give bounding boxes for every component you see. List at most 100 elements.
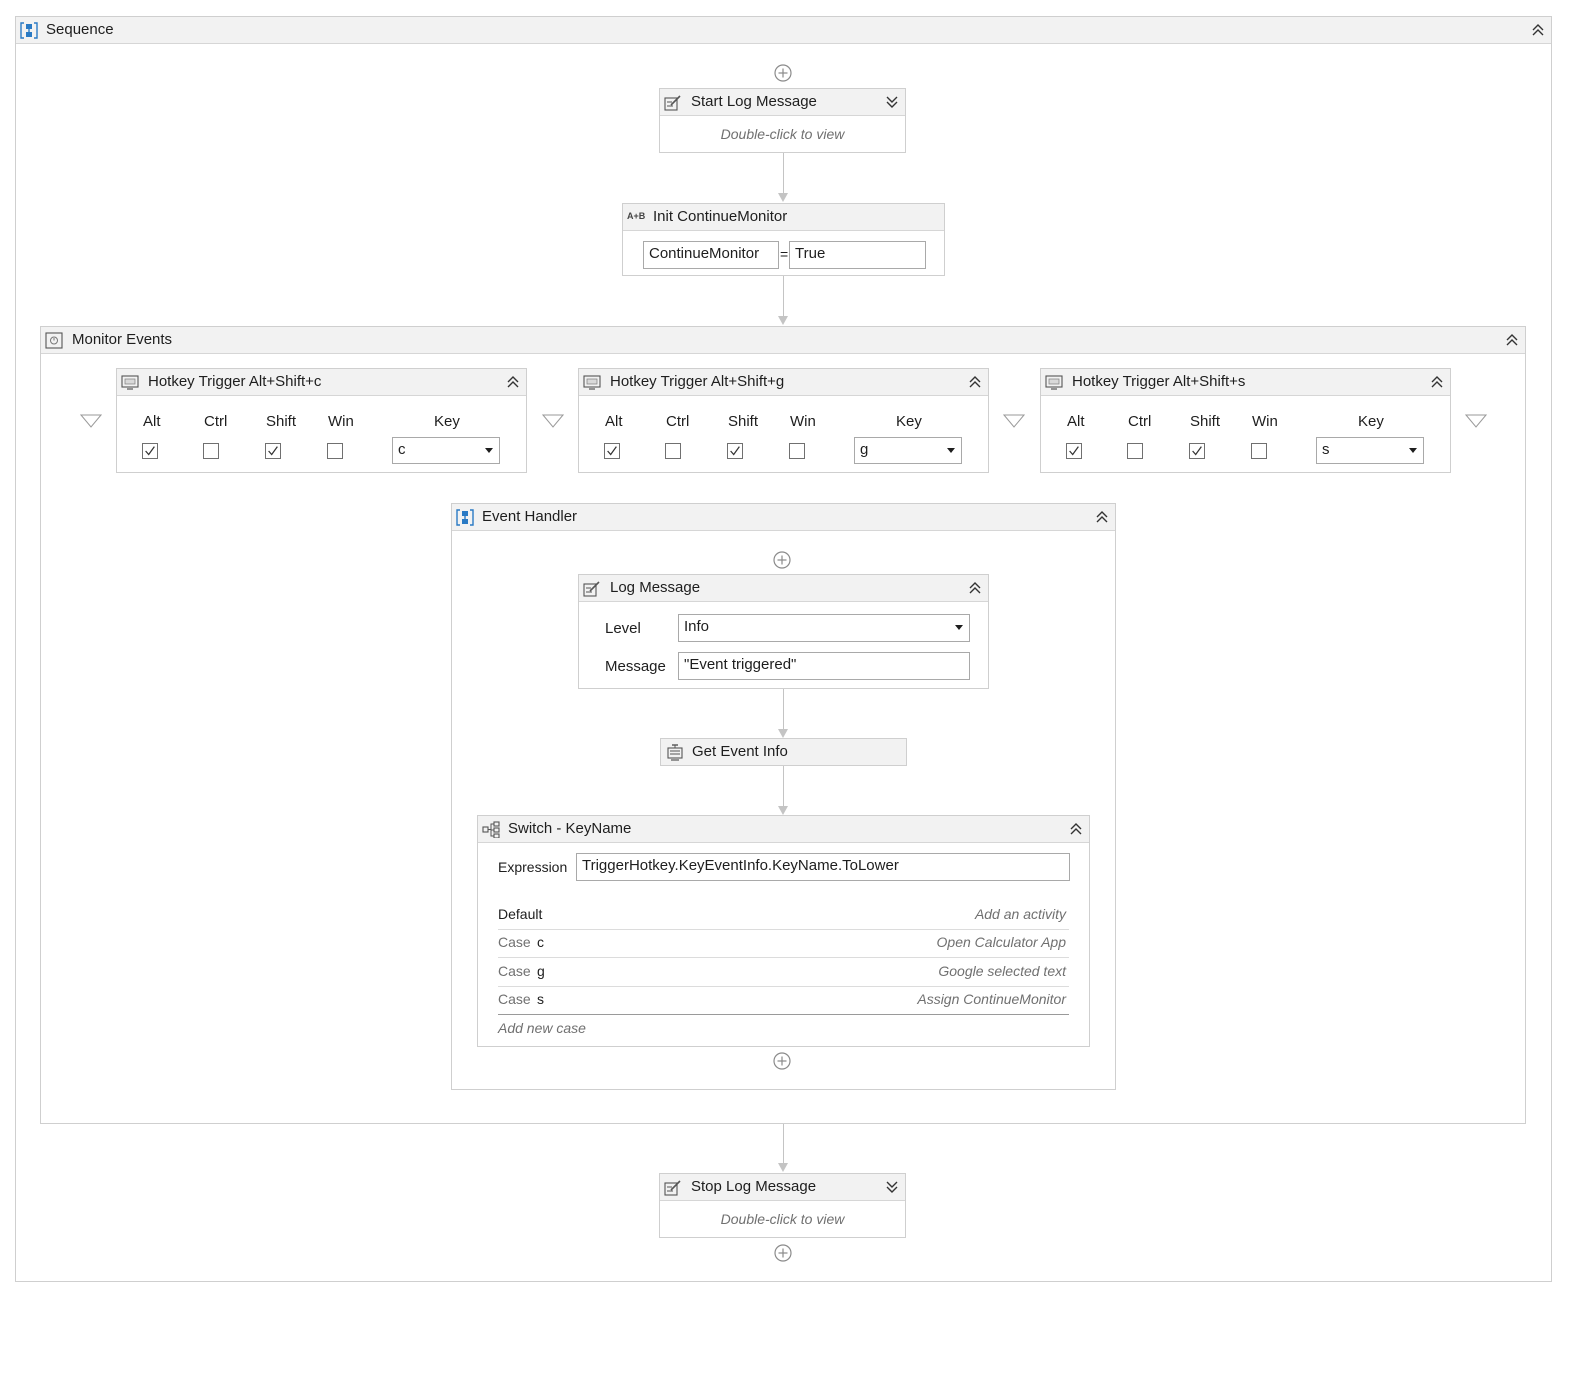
switch-header[interactable]: Switch - KeyName [478, 816, 1089, 843]
drop-target-icon[interactable] [1003, 414, 1025, 428]
hotkey-trigger-header[interactable]: Hotkey Trigger Alt+Shift+c [117, 369, 526, 396]
message-field[interactable]: "Event triggered" [678, 652, 970, 680]
hotkey-trigger-icon [583, 374, 601, 391]
ctrl-checkbox[interactable] [1127, 443, 1143, 459]
switch-activity[interactable]: Switch - KeyName Expression TriggerHotke… [477, 815, 1090, 1047]
connector [783, 766, 784, 806]
shift-label: Shift [266, 413, 297, 430]
connector-arrow [778, 193, 788, 202]
stop-log-hint: Double-click to view [720, 1211, 845, 1227]
log-message-icon [664, 1179, 682, 1196]
case-row[interactable]: Case c Open Calculator App [498, 929, 1069, 958]
log-message-icon [583, 580, 601, 597]
start-log-message-activity[interactable]: Start Log Message Double-click to view [659, 88, 906, 153]
hotkey-trigger-g[interactable]: Hotkey Trigger Alt+Shift+g Alt Ctrl Shif… [578, 368, 989, 473]
shift-checkbox[interactable] [1189, 443, 1205, 459]
connector-arrow [778, 1163, 788, 1172]
default-case-row[interactable]: Default Add an activity [498, 901, 1069, 930]
connector-arrow [778, 729, 788, 738]
check-icon [605, 444, 619, 458]
shift-checkbox[interactable] [265, 443, 281, 459]
add-activity-plus-icon[interactable] [772, 550, 792, 570]
assign-to-field[interactable]: ContinueMonitor [643, 241, 779, 269]
win-checkbox[interactable] [1251, 443, 1267, 459]
case-action[interactable]: Open Calculator App [937, 934, 1066, 950]
drop-target-icon[interactable] [80, 414, 102, 428]
alt-checkbox[interactable] [604, 443, 620, 459]
assign-equals: = [780, 246, 789, 262]
ctrl-checkbox[interactable] [203, 443, 219, 459]
assign-value-field[interactable]: True [789, 241, 926, 269]
collapse-icon[interactable] [1428, 373, 1446, 391]
case-row[interactable]: Case g Google selected text [498, 958, 1069, 987]
sequence-title: Sequence [46, 21, 114, 38]
alt-label: Alt [605, 413, 623, 430]
collapse-icon[interactable] [504, 373, 522, 391]
init-assign-header[interactable]: A+B Init ContinueMonitor [623, 204, 944, 231]
add-new-case-link[interactable]: Add new case [498, 1020, 586, 1036]
shift-label: Shift [728, 413, 759, 430]
case-row[interactable]: Case s Assign ContinueMonitor [498, 986, 1069, 1015]
stop-log-header[interactable]: Stop Log Message [660, 1174, 905, 1201]
alt-label: Alt [1067, 413, 1085, 430]
key-select[interactable]: g [854, 437, 962, 464]
dropdown-caret-icon [1409, 448, 1417, 453]
message-label: Message [605, 658, 666, 675]
shift-checkbox[interactable] [727, 443, 743, 459]
win-checkbox[interactable] [327, 443, 343, 459]
init-assign-activity[interactable]: A+B Init ContinueMonitor ContinueMonitor… [622, 203, 945, 276]
dropdown-caret-icon [955, 625, 963, 630]
collapse-icon[interactable] [966, 373, 984, 391]
drop-target-icon[interactable] [542, 414, 564, 428]
hotkey-trigger-s[interactable]: Hotkey Trigger Alt+Shift+s Alt Ctrl Shif… [1040, 368, 1451, 473]
alt-checkbox[interactable] [142, 443, 158, 459]
key-select[interactable]: c [392, 437, 500, 464]
ctrl-checkbox[interactable] [665, 443, 681, 459]
get-event-info-activity[interactable]: Get Event Info [660, 738, 907, 766]
alt-checkbox[interactable] [1066, 443, 1082, 459]
sequence-header[interactable]: Sequence [16, 17, 1551, 44]
get-event-info-title: Get Event Info [692, 743, 788, 760]
collapse-icon[interactable] [1093, 508, 1111, 526]
case-action[interactable]: Assign ContinueMonitor [917, 991, 1066, 1007]
start-log-header[interactable]: Start Log Message [660, 89, 905, 116]
collapse-icon[interactable] [1529, 21, 1547, 39]
add-activity-plus-icon[interactable] [773, 1243, 793, 1263]
stop-log-message-activity[interactable]: Stop Log Message Double-click to view [659, 1173, 906, 1238]
monitor-events-icon [45, 332, 63, 349]
level-select[interactable]: Info [678, 614, 970, 642]
hotkey-trigger-header[interactable]: Hotkey Trigger Alt+Shift+s [1041, 369, 1450, 396]
log-message-header[interactable]: Log Message [579, 575, 988, 602]
log-message-activity[interactable]: Log Message Level Info Message "Event tr… [578, 574, 989, 689]
drop-target-icon[interactable] [1465, 414, 1487, 428]
dropdown-caret-icon [947, 448, 955, 453]
hotkey-trigger-icon [1045, 374, 1063, 391]
hotkey-trigger-title: Hotkey Trigger Alt+Shift+s [1072, 373, 1246, 390]
expand-icon[interactable] [883, 1178, 901, 1196]
add-activity-plus-icon[interactable] [772, 1051, 792, 1071]
case-value: c [537, 934, 544, 950]
hotkey-trigger-icon [121, 374, 139, 391]
collapse-icon[interactable] [1503, 331, 1521, 349]
key-select[interactable]: s [1316, 437, 1424, 464]
expression-field[interactable]: TriggerHotkey.KeyEventInfo.KeyName.ToLow… [576, 853, 1070, 881]
expand-icon[interactable] [883, 93, 901, 111]
hotkey-trigger-header[interactable]: Hotkey Trigger Alt+Shift+g [579, 369, 988, 396]
add-activity-plus-icon[interactable] [773, 63, 793, 83]
start-log-hint: Double-click to view [720, 126, 845, 142]
log-message-icon [664, 94, 682, 111]
hotkey-trigger-c[interactable]: Hotkey Trigger Alt+Shift+c Alt Ctrl Shif… [116, 368, 527, 473]
case-action[interactable]: Google selected text [938, 963, 1066, 979]
key-label: Key [896, 413, 922, 430]
default-add-activity[interactable]: Add an activity [975, 906, 1066, 922]
case-value: g [537, 963, 545, 979]
win-checkbox[interactable] [789, 443, 805, 459]
event-handler-header[interactable]: Event Handler [452, 504, 1115, 531]
collapse-icon[interactable] [1067, 820, 1085, 838]
collapse-icon[interactable] [966, 579, 984, 597]
key-label: Key [1358, 413, 1384, 430]
monitor-events-header[interactable]: Monitor Events [41, 327, 1525, 354]
ctrl-label: Ctrl [1128, 413, 1152, 430]
dropdown-caret-icon [485, 448, 493, 453]
event-handler-title: Event Handler [482, 508, 578, 525]
